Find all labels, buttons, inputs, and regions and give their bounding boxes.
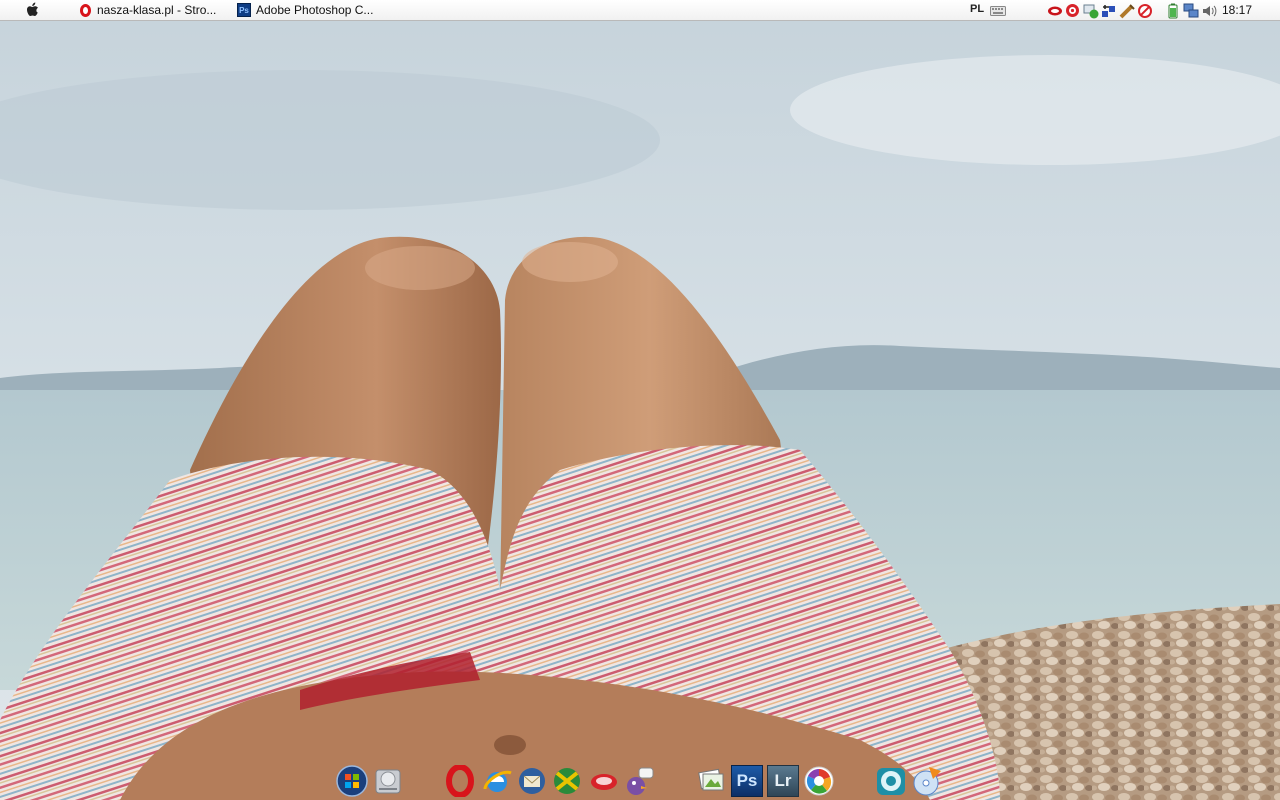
volume-icon[interactable] bbox=[1201, 3, 1217, 18]
hard-drive-icon[interactable] bbox=[371, 764, 405, 798]
apple-icon[interactable] bbox=[24, 1, 42, 19]
jabber-icon[interactable] bbox=[550, 764, 584, 798]
hardware-icon[interactable] bbox=[1047, 3, 1063, 18]
internet-explorer-icon[interactable] bbox=[480, 764, 514, 798]
clock[interactable]: 18:17 bbox=[1222, 3, 1252, 17]
taskbar-item-photoshop[interactable]: Ps Adobe Photoshop C... bbox=[237, 0, 373, 20]
opera-browser-icon[interactable] bbox=[443, 764, 477, 798]
picasa-icon[interactable] bbox=[802, 764, 836, 798]
image-viewer-icon[interactable] bbox=[694, 764, 728, 798]
network-connection-icon[interactable] bbox=[1183, 3, 1199, 18]
taskbar-item-label: Adobe Photoshop C... bbox=[256, 3, 374, 17]
usb-devices-icon[interactable] bbox=[1101, 3, 1117, 18]
pidgin-chat-icon[interactable] bbox=[622, 764, 656, 798]
cloud-messenger-icon[interactable] bbox=[587, 764, 621, 798]
thunderbird-icon[interactable] bbox=[515, 764, 549, 798]
photoshop-label: Ps bbox=[731, 765, 763, 797]
keyboard-icon[interactable] bbox=[990, 4, 1006, 16]
photoshop-icon: Ps bbox=[237, 3, 251, 17]
photoshop-icon[interactable]: Ps bbox=[730, 764, 764, 798]
battery-icon[interactable] bbox=[1167, 3, 1179, 18]
taskbar-item-opera[interactable]: nasza-klasa.pl - Stro... bbox=[78, 0, 216, 20]
opera-icon bbox=[78, 3, 92, 17]
desktop-wallpaper bbox=[0, 0, 1280, 800]
network-globe-icon[interactable] bbox=[1083, 3, 1099, 18]
lightroom-icon[interactable]: Lr bbox=[766, 764, 800, 798]
taskbar-item-label: nasza-klasa.pl - Stro... bbox=[97, 3, 217, 17]
language-indicator[interactable]: PL bbox=[970, 3, 984, 15]
dock: Ps Lr bbox=[0, 760, 1280, 800]
windows-start-icon[interactable] bbox=[335, 764, 369, 798]
media-player-icon[interactable] bbox=[874, 764, 908, 798]
top-menubar: nasza-klasa.pl - Stro... Ps Adobe Photos… bbox=[0, 0, 1280, 21]
tools-icon[interactable] bbox=[1119, 3, 1135, 18]
blocked-icon[interactable] bbox=[1137, 3, 1153, 18]
lightroom-label: Lr bbox=[767, 765, 799, 797]
dvd-burner-icon[interactable] bbox=[910, 764, 944, 798]
antivirus-icon[interactable] bbox=[1065, 3, 1080, 18]
